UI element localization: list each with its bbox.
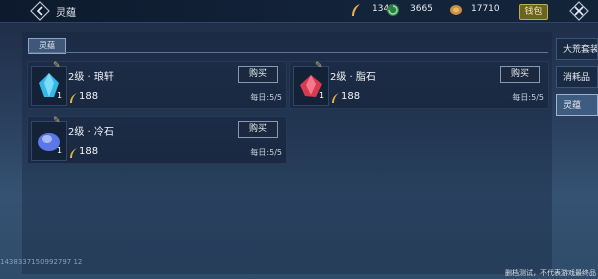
feather-price-icon <box>332 93 339 103</box>
side-tab-dahuang-set[interactable]: 大荒套装 <box>556 38 598 60</box>
shop-item-card: 1 ✎ 2级 · 冷石 188 购买 每日:5/5 <box>27 116 287 164</box>
feather-currency-icon <box>352 4 360 16</box>
shop-item-card: 1 ✎ 2级 · 脂石 188 购买 每日:5/5 <box>289 61 549 109</box>
page-title: 灵蕴 <box>56 8 76 19</box>
side-tab-consumables[interactable]: 消耗品 <box>556 66 598 88</box>
green-swirl-currency-icon <box>387 4 399 16</box>
item-icon-frame: 1 <box>31 66 67 106</box>
gold-coin-currency-icon <box>450 5 462 15</box>
tag-icon: ✎ <box>53 116 61 126</box>
feather-price-icon <box>70 93 77 103</box>
shop-item-card: 1 ✎ 2级 · 琅轩 188 购买 每日:5/5 <box>27 61 287 109</box>
back-arrow-icon[interactable] <box>30 1 50 21</box>
side-tab-lingyun[interactable]: 灵蕴 <box>556 94 598 116</box>
daily-limit: 每日:5/5 <box>512 93 544 102</box>
buy-button[interactable]: 购买 <box>238 121 278 138</box>
feather-price-icon <box>70 148 77 158</box>
item-price: 188 <box>79 146 99 157</box>
currency-gold-value: 17710 <box>471 4 500 14</box>
wallet-button[interactable]: 钱包 <box>519 4 548 20</box>
close-icon[interactable] <box>569 1 589 21</box>
item-icon-frame: 1 <box>293 66 329 106</box>
item-quantity: 1 <box>319 91 325 101</box>
item-name: 2级 · 脂石 <box>330 72 376 83</box>
item-name: 2级 · 冷石 <box>68 127 114 138</box>
item-price: 188 <box>341 91 361 102</box>
daily-limit: 每日:5/5 <box>250 93 282 102</box>
player-id: 1438337150992797 12 <box>0 258 83 266</box>
item-quantity: 1 <box>57 146 63 156</box>
section-divider <box>28 52 548 53</box>
item-quantity: 1 <box>57 91 63 101</box>
buy-button[interactable]: 购买 <box>238 66 278 83</box>
tag-icon: ✎ <box>53 61 61 71</box>
top-bar: 灵蕴 1345 3665 17710 钱包 <box>0 0 598 23</box>
test-notice: 删档测试，不代表游戏最终品 <box>505 269 596 277</box>
item-price: 188 <box>79 91 99 102</box>
currency-green-value: 3665 <box>410 4 433 14</box>
daily-limit: 每日:5/5 <box>250 148 282 157</box>
buy-button[interactable]: 购买 <box>500 66 540 83</box>
item-icon-frame: 1 <box>31 121 67 161</box>
tag-icon: ✎ <box>315 61 323 71</box>
item-name: 2级 · 琅轩 <box>68 72 114 83</box>
